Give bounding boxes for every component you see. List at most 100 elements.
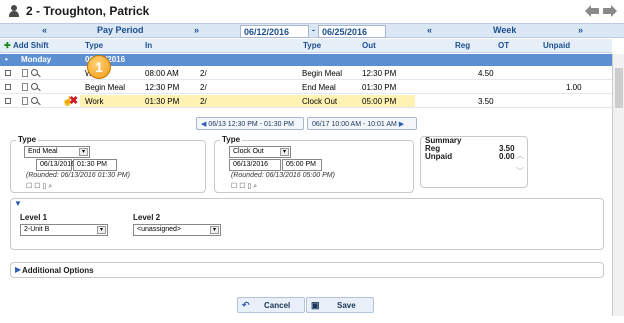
left-triangle-icon: ◀ <box>201 121 207 128</box>
level2-select[interactable]: <unassigned> ▾ <box>133 224 221 236</box>
row-note: 2/ <box>200 69 207 78</box>
step-callout-badge: 1 <box>87 55 111 79</box>
collapse-triangle-icon[interactable]: ▼ <box>14 199 22 208</box>
row-note: 2/ <box>200 97 207 106</box>
out-time-input[interactable]: 05:00 PM <box>282 159 322 171</box>
level1-value: 2-Unit B <box>24 226 50 233</box>
document-icon[interactable] <box>22 83 28 91</box>
save-button[interactable]: ▣ Save <box>306 297 374 313</box>
chevron-down-icon[interactable]: ﹀ <box>516 166 524 177</box>
day-bullet: • <box>5 55 8 64</box>
forward-arrow-icon[interactable] <box>603 5 617 17</box>
magnifier-icon[interactable] <box>31 69 38 76</box>
save-label: Save <box>337 301 356 310</box>
prev-period-button[interactable]: « <box>42 25 47 35</box>
chevron-down-icon: ▾ <box>280 148 289 156</box>
table-row-selected[interactable]: ☝ ✖ Work 01:30 PM 2/ Clock Out 05:00 PM … <box>0 94 612 108</box>
out-type-select[interactable]: Clock Out ▾ <box>229 146 291 158</box>
right-triangle-icon: ▶ <box>398 121 405 128</box>
row-type: Begin Meal <box>85 83 126 92</box>
magnifier-icon[interactable] <box>31 97 38 104</box>
in-type-label: Type <box>16 135 39 144</box>
additional-options-bar[interactable] <box>10 262 604 278</box>
title-bar: 2 - Troughton, Patrick <box>0 0 624 22</box>
next-shift-button[interactable]: 06/17 10:00 AM - 10:01 AM ▶ <box>307 117 417 130</box>
row-type-out: End Meal <box>302 83 336 92</box>
cancel-button[interactable]: ↶ Cancel <box>237 297 305 313</box>
additional-options-label[interactable]: Additional Options <box>22 266 94 275</box>
level1-label: Level 1 <box>20 213 48 222</box>
chevron-down-icon: ▾ <box>97 226 106 234</box>
out-type-value: Clock Out <box>233 148 264 155</box>
chevron-up-icon[interactable]: ︿ <box>516 150 524 161</box>
level2-value: <unassigned> <box>137 226 181 233</box>
in-rounded-text: (Rounded: 06/13/2016 01:30 PM) <box>26 172 130 179</box>
date-separator: - <box>312 25 315 35</box>
row-in: 12:30 PM <box>145 83 180 92</box>
chevron-down-icon: ▾ <box>79 148 88 156</box>
row-out: 12:30 PM <box>362 69 397 78</box>
undo-icon: ↶ <box>242 300 250 310</box>
row-checkbox[interactable] <box>5 70 11 76</box>
summary-unpaid-value: 0.00 <box>499 152 515 161</box>
add-shift-icon[interactable]: ✚ <box>4 41 11 50</box>
vertical-scrollbar[interactable] <box>612 54 624 316</box>
col-out: Out <box>362 41 376 50</box>
row-checkbox[interactable] <box>5 98 11 104</box>
expand-triangle-icon[interactable]: ▶ <box>15 265 21 274</box>
row-reg: 3.50 <box>478 97 494 106</box>
row-note: 2/ <box>200 83 207 92</box>
person-icon <box>9 5 19 17</box>
in-type-select[interactable]: End Meal ▾ <box>24 146 90 158</box>
document-icon[interactable] <box>22 97 28 105</box>
prev-shift-button[interactable]: ◀ 06/13 12:30 PM - 01:30 PM <box>196 117 304 130</box>
row-type: Work <box>85 97 104 106</box>
row-type-out: Begin Meal <box>302 69 343 78</box>
period-start-date[interactable]: 06/12/2016 <box>240 25 309 38</box>
table-row[interactable]: Begin Meal 12:30 PM 2/ End Meal 01:30 PM… <box>0 80 612 94</box>
table-header: ✚ Add Shift Type In Type Out Reg OT Unpa… <box>0 39 612 53</box>
period-bar: « Pay Period » 06/12/2016 - 06/25/2016 «… <box>0 23 624 38</box>
out-type-label: Type <box>220 135 243 144</box>
scrollbar-thumb[interactable] <box>615 68 623 108</box>
row-checkbox[interactable] <box>5 84 11 90</box>
col-ot: OT <box>498 41 510 50</box>
next-period-button[interactable]: » <box>194 25 199 35</box>
col-unpaid: Unpaid <box>543 41 571 50</box>
chevron-down-icon: ▾ <box>210 226 219 234</box>
prev-shift-label: 06/13 12:30 PM - 01:30 PM <box>208 121 294 128</box>
row-unpaid: 1.00 <box>566 83 582 92</box>
page-title: 2 - Troughton, Patrick <box>26 4 150 18</box>
pay-period-label: Pay Period <box>97 25 144 35</box>
summary-unpaid-label: Unpaid <box>425 152 453 161</box>
period-end-date[interactable]: 06/25/2016 <box>318 25 386 38</box>
in-date-input[interactable]: 06/13/2016 <box>36 159 75 171</box>
next-week-button[interactable]: » <box>578 25 583 35</box>
week-label: Week <box>493 25 517 35</box>
col-type-out: Type <box>303 41 322 50</box>
row-out: 05:00 PM <box>362 97 397 106</box>
back-arrow-icon[interactable] <box>585 5 599 17</box>
in-time-input[interactable]: 01:30 PM <box>73 159 117 171</box>
col-reg: Reg <box>455 41 471 50</box>
level1-select[interactable]: 2-Unit B ▾ <box>20 224 108 236</box>
document-icon[interactable] <box>22 69 28 77</box>
prev-week-button[interactable]: « <box>427 25 432 35</box>
row-in: 01:30 PM <box>145 97 180 106</box>
next-shift-label: 06/17 10:00 AM - 10:01 AM <box>312 121 397 128</box>
out-rounded-text: (Rounded: 06/13/2016 05:00 PM) <box>231 172 335 179</box>
save-disk-icon: ▣ <box>311 300 320 310</box>
delete-icon[interactable]: ✖ <box>69 94 78 107</box>
add-shift-button[interactable]: Add Shift <box>13 41 49 50</box>
day-label: Monday <box>21 55 52 64</box>
in-icon-row[interactable]: ☐ ☐ ▯ ⌕ <box>26 182 52 191</box>
out-date-input[interactable]: 06/13/2016 <box>229 159 281 171</box>
magnifier-icon[interactable] <box>31 83 38 90</box>
cancel-label: Cancel <box>264 301 291 310</box>
level2-label: Level 2 <box>133 213 161 222</box>
out-icon-row[interactable]: ☐ ☐ ▯ ⌕ <box>231 182 257 191</box>
col-in: In <box>145 41 153 50</box>
in-type-value: End Meal <box>28 148 58 155</box>
row-reg: 4.50 <box>478 69 494 78</box>
row-in: 08:00 AM <box>145 69 179 78</box>
